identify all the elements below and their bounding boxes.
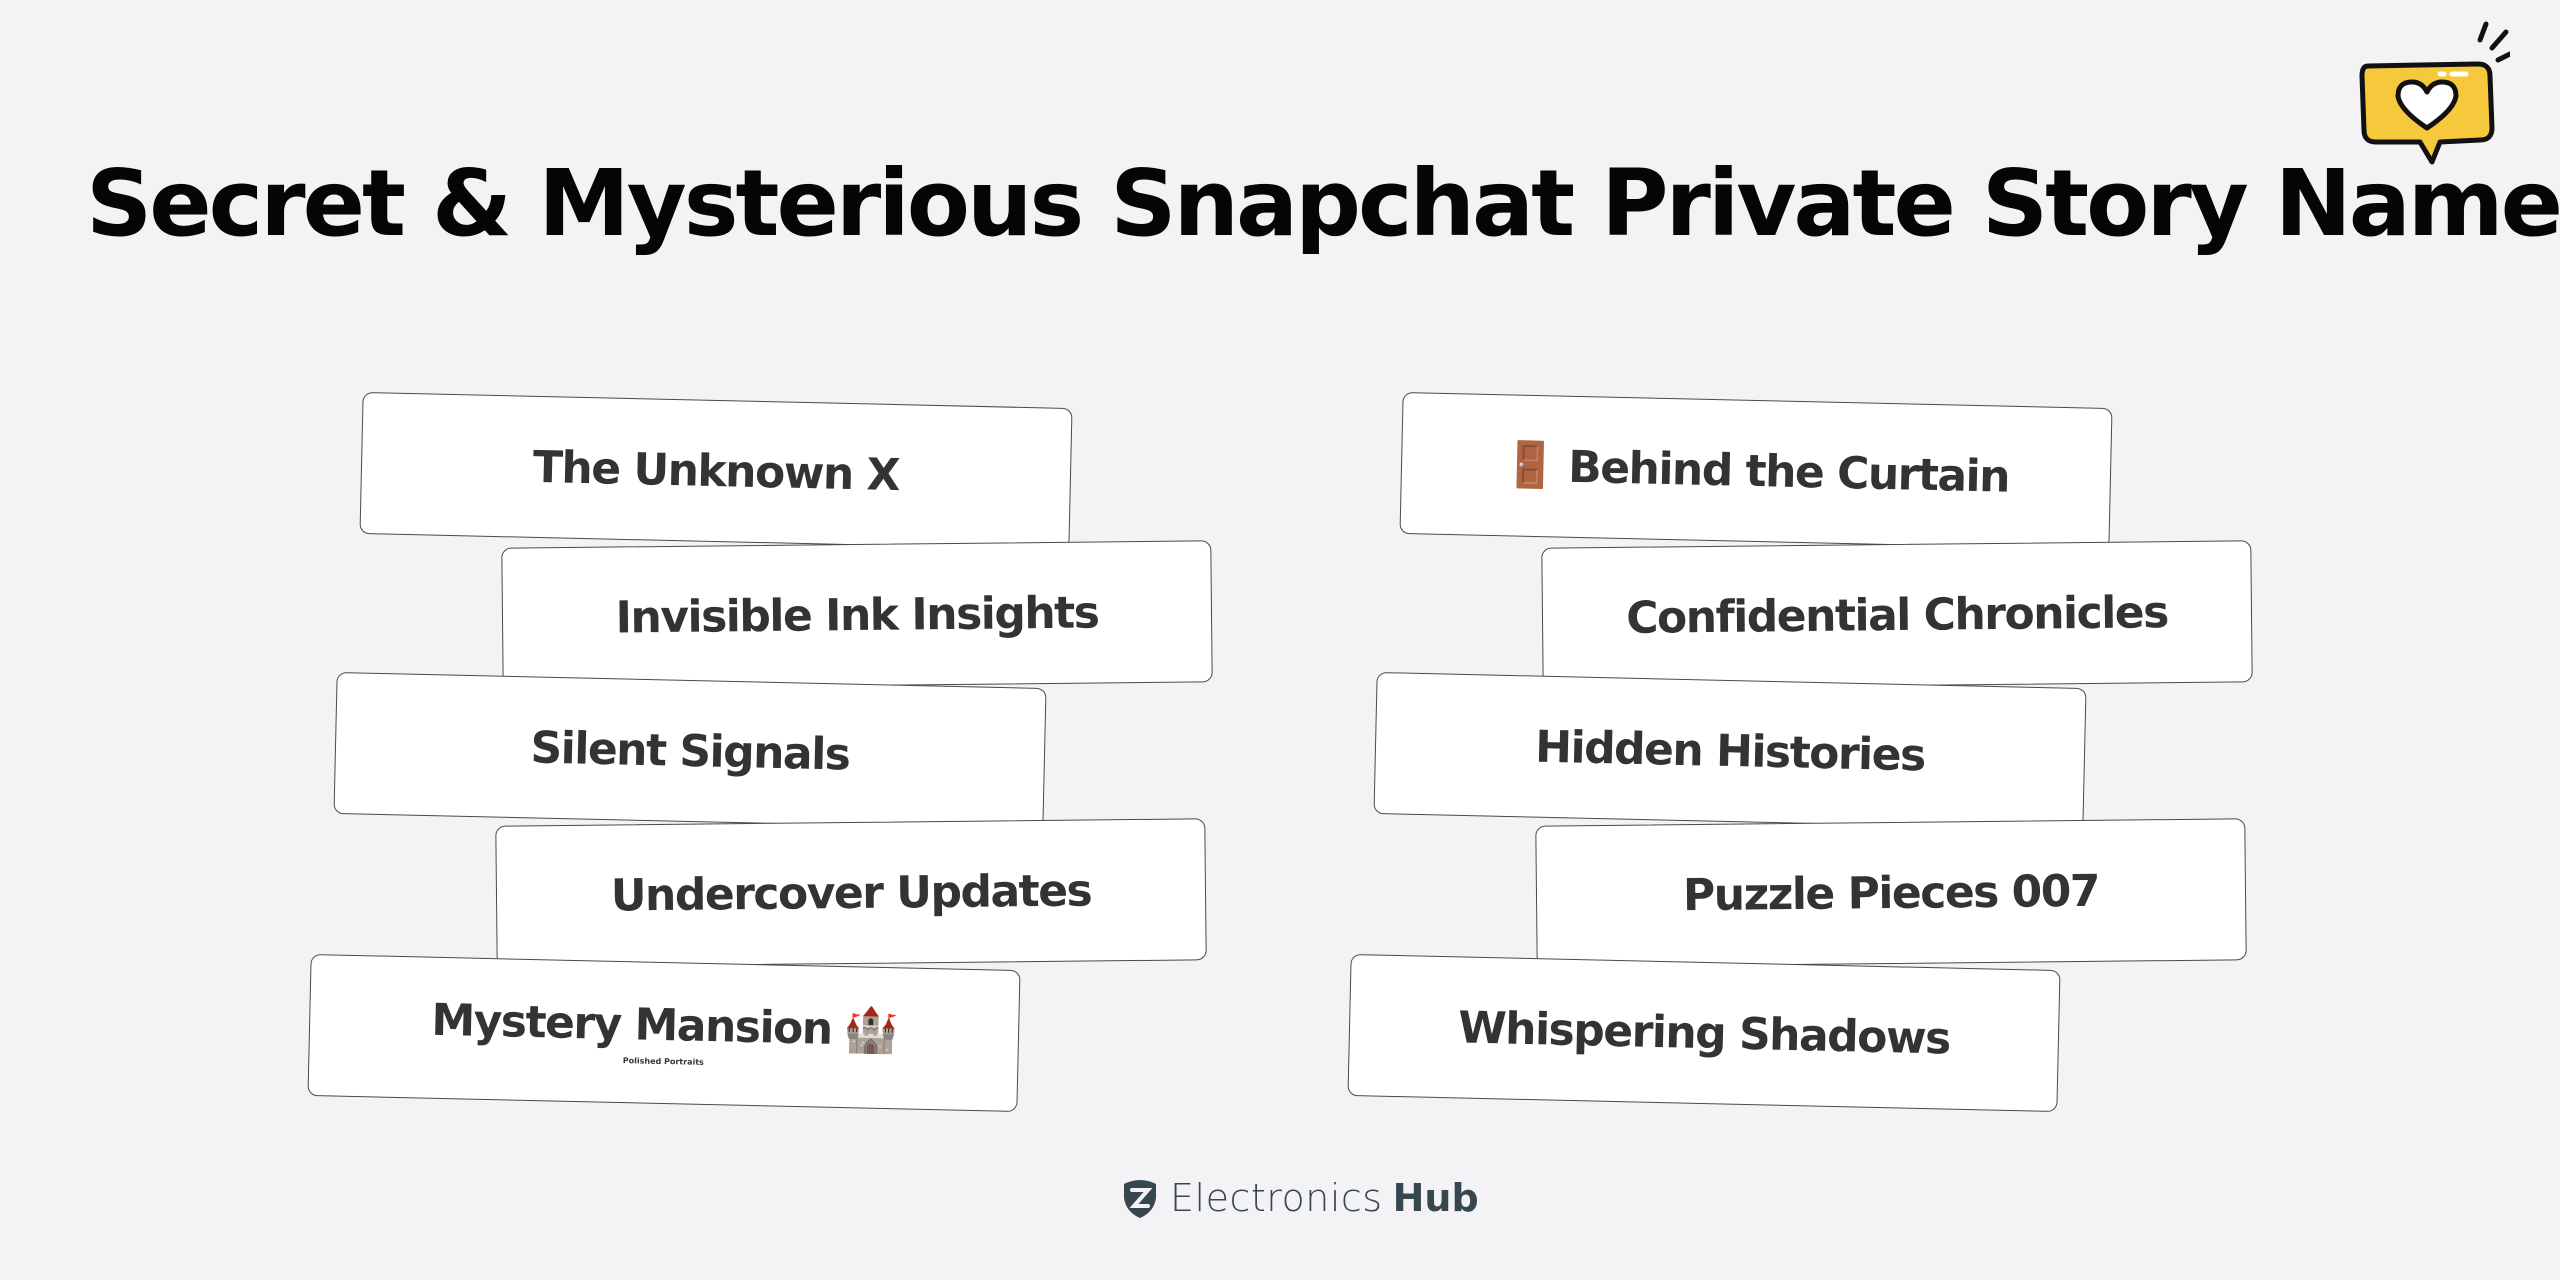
watermark-text: Polished Portraits xyxy=(622,1056,704,1067)
story-name-label: Whispering Shadows xyxy=(1457,1001,1951,1065)
story-name-label: Undercover Updates xyxy=(610,864,1092,922)
story-name-card: Invisible Ink Insights xyxy=(501,540,1213,690)
story-name-label: Mystery Mansion xyxy=(430,994,833,1055)
story-name-card: 🚪 Behind the Curtain xyxy=(1399,391,2113,551)
page-title: Secret & Mysterious Snapchat Private Sto… xyxy=(86,150,2560,257)
shield-logo-icon xyxy=(1124,1180,1156,1218)
story-name-card: The Unknown X xyxy=(359,391,1073,551)
story-name-card: Whispering Shadows xyxy=(1347,953,2061,1113)
story-name-card: Puzzle Pieces 007 xyxy=(1535,818,2247,968)
story-name-card: Mystery Mansion 🏰 Polished Portraits xyxy=(307,953,1021,1113)
heart-speech-bubble-icon xyxy=(2359,21,2510,165)
story-name-label: Behind the Curtain xyxy=(1567,441,2010,503)
story-name-label: Invisible Ink Insights xyxy=(615,586,1099,644)
story-name-label: Hidden Histories xyxy=(1534,721,1926,781)
brand-logo: Electronics Hub xyxy=(1120,1176,1479,1220)
brand-name-bold: Hub xyxy=(1392,1176,1479,1220)
story-name-card: Hidden Histories xyxy=(1373,671,2087,831)
brand-name-light: Electronics xyxy=(1170,1176,1383,1220)
story-name-label: Confidential Chronicles xyxy=(1625,586,2169,644)
door-icon: 🚪 xyxy=(1502,439,1557,492)
story-name-card: Silent Signals xyxy=(333,671,1047,831)
story-name-label: Silent Signals xyxy=(529,721,851,781)
story-name-card: Confidential Chronicles xyxy=(1541,540,2253,690)
castle-icon: 🏰 xyxy=(843,1003,898,1056)
story-name-label: Puzzle Pieces 007 xyxy=(1682,865,2100,921)
story-name-card: Undercover Updates xyxy=(495,818,1207,968)
story-name-label: The Unknown X xyxy=(532,441,900,501)
